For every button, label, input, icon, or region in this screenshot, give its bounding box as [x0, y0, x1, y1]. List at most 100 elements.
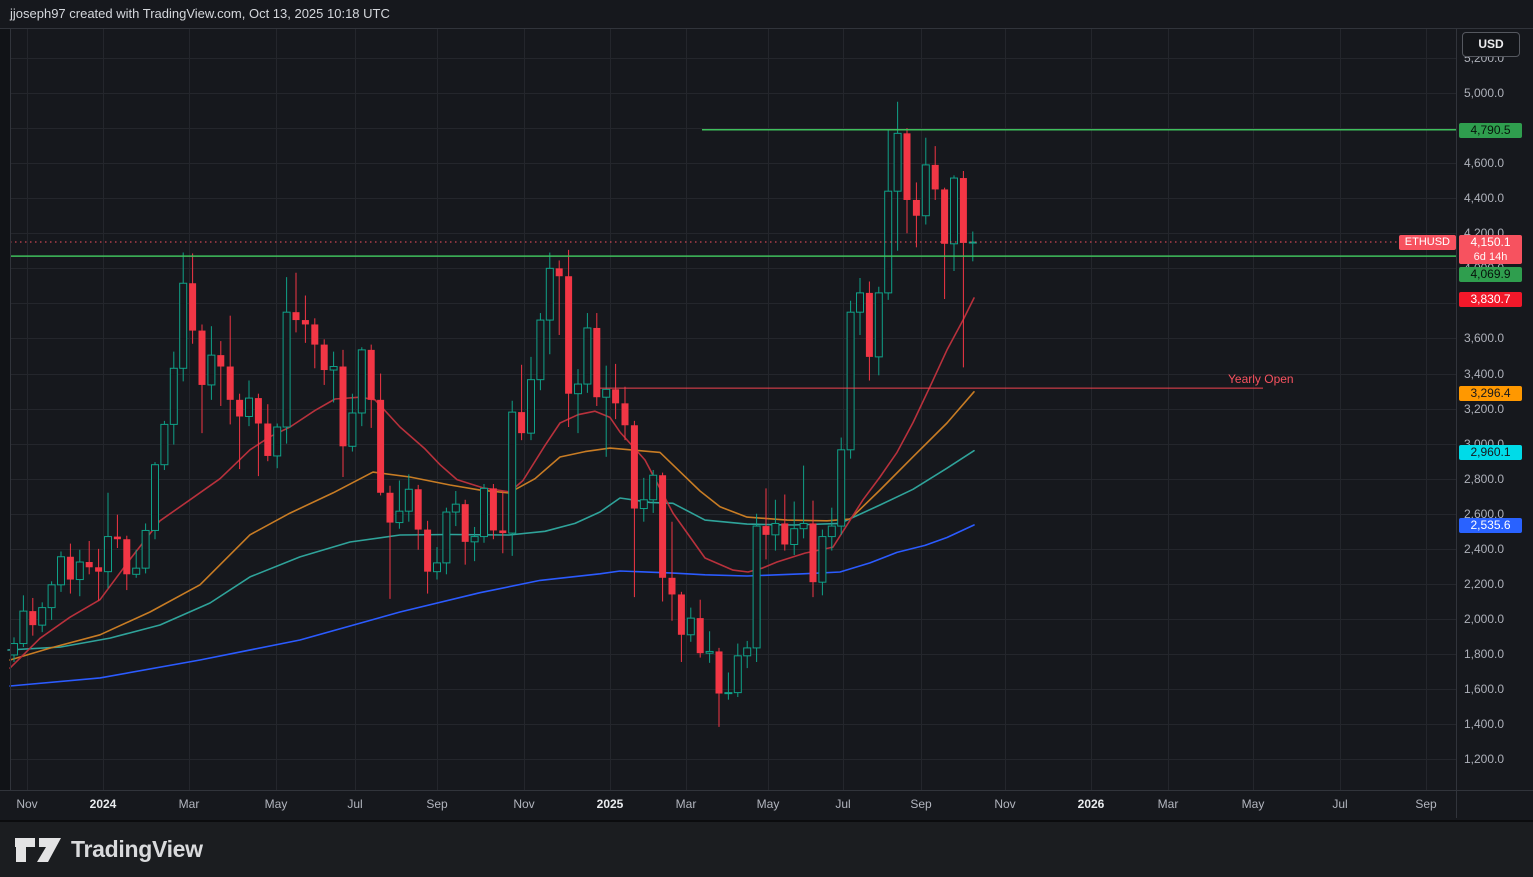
candle-body-down: [217, 355, 224, 366]
time-axis-label: Jul: [835, 796, 850, 812]
candle-body-down: [490, 488, 497, 530]
time-axis-label: Jul: [1332, 796, 1347, 812]
candle-body-down: [659, 475, 666, 578]
current-price-value: 4,150.1: [1459, 235, 1522, 250]
time-axis-label: 2024: [90, 796, 117, 812]
candle-body-up: [76, 562, 83, 580]
candle-body-up: [396, 511, 403, 522]
candle-body-down: [866, 293, 873, 357]
candle-body-down: [932, 165, 939, 190]
candle-body-up: [922, 165, 929, 216]
candle-body-up: [734, 656, 741, 693]
tradingview-snapshot: jjoseph97 created with TradingView.com, …: [0, 0, 1533, 877]
price-tick-label: 2,400.0: [1464, 542, 1528, 556]
price-line-label: 3,830.7: [1459, 292, 1522, 307]
price-tick-label: 4,400.0: [1464, 191, 1528, 205]
price-tick-label: 3,400.0: [1464, 367, 1528, 381]
candle-body-up: [471, 537, 478, 542]
candle-body-down: [960, 178, 967, 243]
time-axis-label: Nov: [16, 796, 37, 812]
candle-body-up: [452, 504, 459, 512]
candle-body-up: [706, 651, 713, 653]
tradingview-wordmark[interactable]: TradingView: [71, 836, 203, 863]
candle-body-down: [697, 618, 704, 653]
candle-body-down: [189, 283, 196, 330]
time-axis-label: 2026: [1078, 796, 1105, 812]
candle-body-down: [264, 424, 271, 456]
candle-body-down: [556, 268, 563, 276]
candle-body-down: [302, 320, 309, 324]
price-line-label: 2,960.1: [1459, 445, 1522, 460]
candle-body-up: [894, 133, 901, 191]
candle-body-up: [330, 367, 337, 371]
candle-body-up: [11, 644, 18, 655]
candle-body-down: [941, 189, 948, 243]
candle-body-up: [537, 320, 544, 380]
time-axis-label: Sep: [426, 796, 447, 812]
candle-body-up: [791, 529, 798, 545]
time-axis-label: 2025: [597, 796, 624, 812]
candle-body-down: [114, 537, 121, 540]
candle-body-up: [246, 398, 253, 416]
candle-body-up: [951, 178, 958, 244]
candle-body-up: [283, 312, 290, 427]
candle-body-up: [875, 293, 882, 357]
tradingview-logo-icon[interactable]: [14, 837, 62, 863]
candle-body-up: [828, 526, 835, 537]
currency-toggle-button[interactable]: USD: [1462, 32, 1520, 57]
candle-body-down: [368, 350, 375, 400]
yearly-open-label: Yearly Open: [1228, 372, 1294, 386]
candle-body-up: [180, 283, 187, 368]
candle-body-up: [772, 523, 779, 534]
time-axis-label: Sep: [910, 796, 931, 812]
price-tick-label: 5,000.0: [1464, 86, 1528, 100]
price-tick-label: 1,400.0: [1464, 717, 1528, 731]
candle-body-up: [584, 328, 591, 384]
symbol-tag: ETHUSD: [1399, 235, 1456, 250]
time-axis-label: Nov: [513, 796, 534, 812]
candle-body-up: [650, 475, 657, 500]
candle-body-down: [29, 611, 36, 625]
candle-body-up: [152, 465, 159, 531]
bar-countdown: 6d 14h: [1459, 250, 1522, 264]
time-axis-label: May: [265, 796, 288, 812]
candle-body-up: [753, 526, 760, 648]
candle-body-up: [208, 355, 215, 385]
candle-body-down: [424, 530, 431, 572]
candle-body-up: [800, 523, 807, 528]
candle-body-down: [622, 403, 629, 425]
candle-body-up: [20, 611, 27, 643]
time-axis-label: Mar: [676, 796, 697, 812]
candle-body-down: [95, 567, 102, 571]
candle-body-down: [499, 530, 506, 533]
candle-body-up: [405, 489, 412, 511]
candle-body-down: [321, 345, 328, 370]
candlestick-chart-canvas[interactable]: [0, 0, 1533, 877]
candle-body-up: [640, 500, 647, 509]
candle-body-up: [603, 389, 610, 397]
candle-body-up: [142, 530, 149, 568]
candle-body-down: [781, 523, 788, 544]
candle-body-down: [669, 578, 676, 595]
candle-body-up: [744, 648, 751, 656]
price-line-label: 4,069.9: [1459, 267, 1522, 282]
candle-body-up: [48, 585, 55, 608]
price-tick-label: 2,200.0: [1464, 577, 1528, 591]
price-tick-label: 4,600.0: [1464, 156, 1528, 170]
candle-body-up: [725, 693, 732, 694]
candle-body-down: [518, 412, 525, 433]
candle-body-down: [236, 400, 243, 417]
price-tick-label: 2,000.0: [1464, 612, 1528, 626]
candle-body-up: [687, 618, 694, 635]
candle-body-down: [255, 398, 262, 423]
candle-body-up: [349, 413, 356, 446]
candle-body-up: [105, 537, 112, 572]
candle-body-up: [358, 350, 365, 413]
candle-body-down: [86, 562, 93, 567]
candle-body-down: [199, 331, 206, 385]
pane-left-margin: [0, 28, 10, 790]
time-axis-label: Sep: [1415, 796, 1436, 812]
candle-body-down: [387, 493, 394, 523]
candle-body-down: [415, 489, 422, 529]
current-price-label: 4,150.1 6d 14h: [1459, 235, 1522, 264]
